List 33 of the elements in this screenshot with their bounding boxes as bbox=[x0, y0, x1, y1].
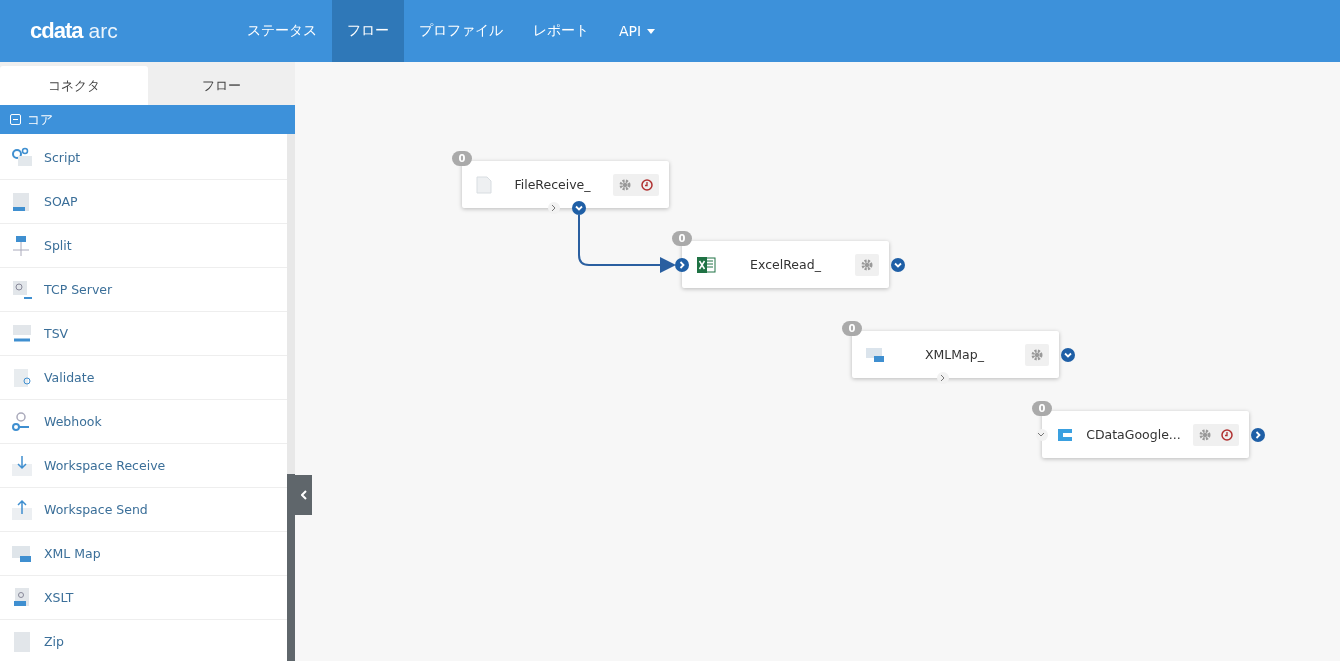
flow-node[interactable]: FileReceive_ bbox=[462, 161, 669, 208]
connector-item[interactable]: Webhook bbox=[44, 414, 102, 429]
count-badge: 0 bbox=[842, 321, 862, 336]
count-badge: 0 bbox=[672, 231, 692, 246]
count-badge: 0 bbox=[1032, 401, 1052, 416]
node-name: XMLMap_ bbox=[924, 347, 985, 362]
flow-node[interactable]: XMLMap_ bbox=[852, 331, 1059, 378]
connector-item[interactable]: TCP Server bbox=[44, 282, 113, 297]
count-badge: 0 bbox=[452, 151, 472, 166]
connector-item[interactable]: Script bbox=[44, 150, 81, 165]
group-label: コア bbox=[27, 110, 53, 129]
node-name: ExcelRead_ bbox=[749, 257, 822, 272]
connector-item[interactable]: Workspace Receive bbox=[44, 458, 166, 473]
connector-item[interactable]: SOAP bbox=[44, 194, 78, 209]
flow-node[interactable]: ExcelRead_ bbox=[682, 241, 889, 288]
connector-item[interactable]: Validate bbox=[44, 370, 95, 385]
connector-item[interactable]: Zip bbox=[44, 634, 64, 649]
connector-item[interactable]: TSV bbox=[44, 326, 69, 341]
nav-tab[interactable]: プロファイル bbox=[404, 0, 518, 62]
connector-item[interactable]: Workspace Send bbox=[44, 502, 148, 517]
app-logo: cdata arc bbox=[29, 17, 119, 45]
nav-tab[interactable]: レポート bbox=[518, 0, 604, 62]
sidebar-tab[interactable]: コネクタ bbox=[0, 66, 148, 105]
nav-tab[interactable]: API bbox=[604, 0, 671, 62]
nav-tab[interactable]: ステータス bbox=[232, 0, 332, 62]
connector-item[interactable]: XML Map bbox=[44, 546, 101, 561]
nav-tab[interactable]: フロー bbox=[332, 0, 404, 62]
node-name: CDataGoogle... bbox=[1085, 427, 1182, 442]
connector-item[interactable]: XSLT bbox=[44, 590, 74, 605]
connector-item[interactable]: Split bbox=[44, 238, 72, 253]
node-name: FileReceive_ bbox=[513, 177, 592, 192]
flow-node[interactable]: CDataGoogle... bbox=[1042, 411, 1249, 458]
group-header[interactable]: コア bbox=[0, 105, 295, 134]
